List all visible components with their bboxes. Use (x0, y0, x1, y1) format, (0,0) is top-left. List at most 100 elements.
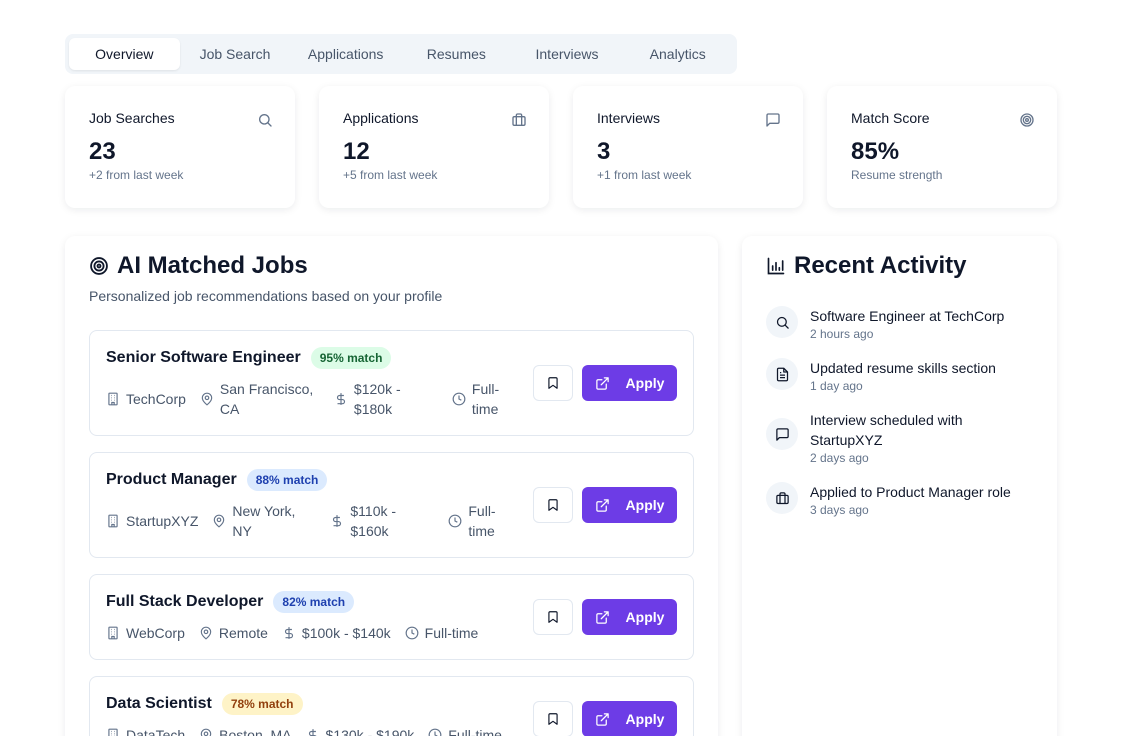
job-title: Product Manager (106, 471, 237, 488)
tab-interviews[interactable]: Interviews (512, 38, 623, 70)
search-icon (259, 114, 272, 127)
dollar-icon (308, 729, 316, 736)
apply-button[interactable]: Apply (582, 701, 677, 736)
building-icon (108, 514, 118, 528)
job-card: Full Stack Developer 82% match WebCorp R… (89, 574, 694, 660)
stat-title: Applications (343, 110, 419, 126)
message-icon (775, 427, 789, 441)
activity-item: Updated resume skills section 1 day ago (766, 358, 1046, 394)
job-card: Product Manager 88% match StartupXYZ New… (89, 452, 694, 558)
clock-icon (428, 728, 442, 736)
briefcase-icon (512, 113, 526, 126)
activity-time: 2 days ago (810, 451, 869, 465)
dollar-icon (333, 515, 342, 527)
panel-title-text: Recent Activity (794, 252, 967, 279)
activity-time: 1 day ago (810, 379, 863, 393)
job-title: Full Stack Developer (106, 593, 264, 610)
job-salary: $110k - $160k (330, 501, 434, 541)
panel-description: Personalized job recommendations based o… (89, 288, 443, 304)
map-pin-icon (201, 392, 213, 406)
stat-card-interviews: Interviews 3 +1 from last week (573, 86, 803, 208)
external-link-icon (595, 712, 609, 726)
activity-item: Applied to Product Manager role 3 days a… (766, 482, 1046, 518)
job-company: DataTech (106, 725, 185, 736)
search-icon (776, 316, 789, 329)
bookmark-button[interactable] (533, 487, 573, 523)
stat-value: 3 (597, 138, 611, 165)
activity-title: Software Engineer at TechCorp (810, 308, 1005, 324)
tab-overview[interactable]: Overview (69, 38, 180, 70)
building-icon (108, 392, 118, 406)
apply-button[interactable]: Apply (582, 365, 677, 401)
job-type: Full-time (405, 623, 478, 643)
tab-job-search[interactable]: Job Search (180, 38, 291, 70)
match-badge: 95% match (310, 347, 392, 369)
dollar-icon (336, 393, 345, 405)
bookmark-button[interactable] (533, 599, 573, 635)
clock-icon (405, 626, 419, 640)
target-icon (90, 257, 108, 275)
activity-title: Interview scheduled with StartupXYZ (810, 412, 963, 448)
bookmark-button[interactable] (533, 365, 573, 401)
stat-value: 85% (851, 138, 900, 165)
stat-subtitle: Resume strength (851, 168, 943, 182)
job-company: WebCorp (106, 623, 185, 643)
stat-subtitle: +1 from last week (597, 168, 692, 182)
job-type: Full-time (428, 725, 502, 736)
clock-icon (448, 514, 462, 528)
bookmark-button[interactable] (533, 701, 573, 736)
external-link-icon (595, 498, 609, 512)
bar-chart-icon (767, 257, 785, 275)
activity-time: 3 days ago (810, 503, 869, 517)
map-pin-icon (200, 728, 212, 736)
stat-card-match-score: Match Score 85% Resume strength (827, 86, 1057, 208)
bookmark-icon (548, 611, 558, 623)
map-pin-icon (214, 514, 225, 528)
job-card: Senior Software Engineer 95% match TechC… (89, 330, 694, 436)
activity-item: Interview scheduled with StartupXYZ 2 day… (766, 410, 1046, 466)
tab-applications[interactable]: Applications (290, 38, 401, 70)
building-icon (108, 728, 118, 736)
stat-card-applications: Applications 12 +5 from last week (319, 86, 549, 208)
job-title: Data Scientist (106, 695, 212, 712)
message-icon (766, 113, 780, 127)
tab-resumes[interactable]: Resumes (401, 38, 512, 70)
job-company: TechCorp (106, 389, 186, 409)
apply-button[interactable]: Apply (582, 599, 677, 635)
job-location: San Francisco, CA (200, 379, 320, 419)
stat-card-job-searches: Job Searches 23 +2 from last week (65, 86, 295, 208)
tab-analytics[interactable]: Analytics (622, 38, 733, 70)
bookmark-icon (548, 377, 558, 389)
apply-button[interactable]: Apply (582, 487, 677, 523)
stat-title: Match Score (851, 110, 930, 126)
ai-matched-jobs-panel: AI Matched Jobs Personalized job recomme… (65, 236, 718, 736)
target-icon (1020, 113, 1034, 127)
external-link-icon (595, 376, 609, 390)
panel-title-text: AI Matched Jobs (117, 252, 308, 279)
external-link-icon (595, 610, 609, 624)
document-icon (776, 367, 788, 381)
stat-value: 12 (343, 138, 370, 165)
job-location: Boston, MA (199, 725, 292, 736)
main-tabs: Overview Job Search Applications Resumes… (65, 34, 737, 74)
activity-title: Applied to Product Manager role (810, 484, 1011, 500)
job-salary: $100k - $140k (282, 623, 391, 643)
activity-title: Updated resume skills section (810, 360, 996, 376)
building-icon (108, 626, 118, 640)
job-title: Senior Software Engineer (106, 349, 301, 366)
activity-item: Software Engineer at TechCorp 2 hours ag… (766, 306, 1046, 342)
job-card: Data Scientist 78% match DataTech Boston… (89, 676, 694, 736)
match-badge: 78% match (221, 693, 303, 715)
clock-icon (452, 392, 466, 406)
stat-value: 23 (89, 138, 116, 165)
dollar-icon (284, 627, 293, 639)
recent-activity-panel: Recent Activity Software Engineer at Tec… (742, 236, 1057, 736)
stat-title: Job Searches (89, 110, 175, 126)
job-location: New York, NY (212, 501, 316, 541)
match-badge: 88% match (246, 469, 328, 491)
stat-subtitle: +5 from last week (343, 168, 438, 182)
briefcase-icon (775, 491, 789, 504)
job-type: Full-time (448, 501, 508, 541)
job-company: StartupXYZ (106, 511, 198, 531)
stat-title: Interviews (597, 110, 661, 126)
